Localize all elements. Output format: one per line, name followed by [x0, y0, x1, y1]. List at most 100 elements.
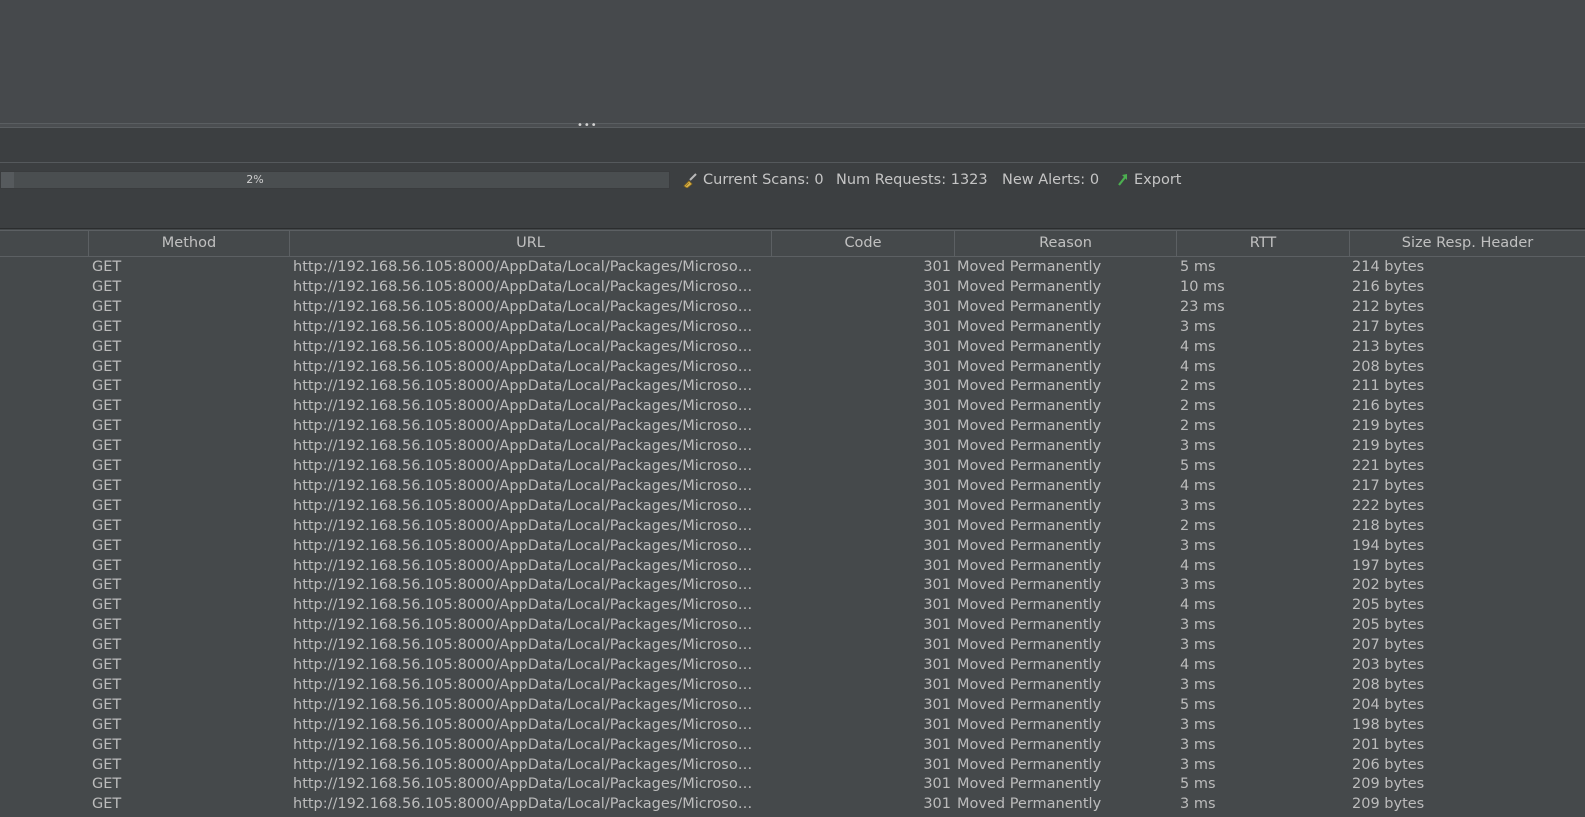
cell-code: 301 — [923, 517, 951, 534]
table-row[interactable]: GET http://192.168.56.105:8000/AppData/Lo… — [0, 277, 1585, 297]
cell-size-resp-header: 203 bytes — [1352, 657, 1425, 673]
cell-size-resp-header: 207 bytes — [1352, 637, 1425, 654]
cell-reason: Moved Permanently — [957, 477, 1102, 494]
table-row[interactable]: GET http://192.168.56.105:8000/AppData/Lo… — [0, 755, 1585, 775]
cell-code: 301 — [923, 378, 951, 395]
cell-code: 301 — [923, 657, 951, 673]
cell-method: GET — [92, 597, 122, 614]
table-row[interactable]: GET http://192.168.56.105:8000/AppData/Lo… — [0, 635, 1585, 655]
current-scans-stat: Current Scans: 0 — [703, 170, 824, 190]
cell-reason: Moved Permanently — [957, 557, 1102, 574]
table-row[interactable]: GET http://192.168.56.105:8000/AppData/Lo… — [0, 556, 1585, 576]
cell-reason: Moved Permanently — [957, 597, 1102, 614]
table-row[interactable]: GET http://192.168.56.105:8000/AppData/Lo… — [0, 575, 1585, 595]
cell-code: 301 — [923, 537, 951, 554]
table-row[interactable]: GET http://192.168.56.105:8000/AppData/Lo… — [0, 516, 1585, 536]
table-row[interactable]: GET http://192.168.56.105:8000/AppData/Lo… — [0, 794, 1585, 814]
cell-method: GET — [92, 676, 122, 693]
table-row[interactable]: GET http://192.168.56.105:8000/AppData/Lo… — [0, 376, 1585, 396]
cell-method: GET — [92, 278, 122, 295]
table-row[interactable]: GET http://192.168.56.105:8000/AppData/Lo… — [0, 774, 1585, 794]
num-requests-value: 1323 — [950, 172, 988, 188]
column-header-size-resp-header[interactable]: Size Resp. Header — [1350, 231, 1585, 256]
table-row[interactable]: GET http://192.168.56.105:8000/AppData/Lo… — [0, 496, 1585, 516]
cell-rtt: 4 ms — [1180, 557, 1216, 574]
cell-url: http://192.168.56.105:8000/AppData/Local… — [293, 298, 753, 315]
table-row[interactable]: GET http://192.168.56.105:8000/AppData/Lo… — [0, 337, 1585, 357]
column-header-code[interactable]: Code — [772, 231, 955, 256]
cell-url: http://192.168.56.105:8000/AppData/Local… — [293, 756, 753, 773]
cell-reason: Moved Permanently — [957, 796, 1102, 813]
cell-reason: Moved Permanently — [957, 637, 1102, 654]
table-row[interactable]: GET http://192.168.56.105:8000/AppData/Lo… — [0, 536, 1585, 556]
cell-code: 301 — [923, 796, 951, 813]
num-requests-label: Num Requests: — [836, 172, 947, 188]
cell-rtt: 4 ms — [1180, 657, 1216, 673]
cell-url: http://192.168.56.105:8000/AppData/Local… — [293, 716, 753, 733]
table-row[interactable]: GET http://192.168.56.105:8000/AppData/Lo… — [0, 317, 1585, 337]
cell-url: http://192.168.56.105:8000/AppData/Local… — [293, 736, 753, 753]
table-row[interactable]: GET http://192.168.56.105:8000/AppData/Lo… — [0, 715, 1585, 735]
column-header-url[interactable]: URL — [290, 231, 772, 256]
cell-url: http://192.168.56.105:8000/AppData/Local… — [293, 597, 753, 614]
cell-reason: Moved Permanently — [957, 736, 1102, 753]
table-row[interactable]: GET http://192.168.56.105:8000/AppData/Lo… — [0, 396, 1585, 416]
cell-rtt: 5 ms — [1180, 458, 1216, 474]
cell-reason: Moved Permanently — [957, 676, 1102, 693]
cell-size-resp-header: 204 bytes — [1352, 696, 1425, 713]
table-row[interactable]: GET http://192.168.56.105:8000/AppData/Lo… — [0, 357, 1585, 377]
cell-url: http://192.168.56.105:8000/AppData/Local… — [293, 776, 753, 793]
export-arrow-icon[interactable] — [1117, 172, 1129, 186]
cell-method: GET — [92, 537, 122, 554]
cell-code: 301 — [923, 716, 951, 733]
cell-code: 301 — [923, 318, 951, 335]
cell-method: GET — [92, 517, 122, 534]
cell-url: http://192.168.56.105:8000/AppData/Local… — [293, 537, 753, 554]
cell-rtt: 2 ms — [1180, 418, 1216, 435]
cell-rtt: 2 ms — [1180, 398, 1216, 415]
cell-url: http://192.168.56.105:8000/AppData/Local… — [293, 438, 753, 455]
table-row[interactable]: GET http://192.168.56.105:8000/AppData/Lo… — [0, 257, 1585, 277]
cell-method: GET — [92, 716, 122, 733]
cell-size-resp-header: 211 bytes — [1352, 378, 1425, 395]
cell-size-resp-header: 201 bytes — [1352, 736, 1425, 753]
table-row[interactable]: GET http://192.168.56.105:8000/AppData/Lo… — [0, 735, 1585, 755]
cell-url: http://192.168.56.105:8000/AppData/Local… — [293, 517, 753, 534]
cell-method: GET — [92, 776, 122, 793]
cell-size-resp-header: 205 bytes — [1352, 617, 1425, 634]
column-header-blank[interactable] — [0, 231, 89, 256]
cell-reason: Moved Permanently — [957, 517, 1102, 534]
cell-reason: Moved Permanently — [957, 418, 1102, 435]
cell-rtt: 2 ms — [1180, 517, 1216, 534]
cell-rtt: 3 ms — [1180, 676, 1216, 693]
table-row[interactable]: GET http://192.168.56.105:8000/AppData/Lo… — [0, 456, 1585, 476]
cell-url: http://192.168.56.105:8000/AppData/Local… — [293, 278, 753, 295]
cell-size-resp-header: 222 bytes — [1352, 497, 1425, 514]
cell-reason: Moved Permanently — [957, 776, 1102, 793]
cell-reason: Moved Permanently — [957, 696, 1102, 713]
table-row[interactable]: GET http://192.168.56.105:8000/AppData/Lo… — [0, 615, 1585, 635]
new-alerts-stat: New Alerts: 0 — [1002, 170, 1099, 190]
column-header-rtt[interactable]: RTT — [1177, 231, 1350, 256]
cell-url: http://192.168.56.105:8000/AppData/Local… — [293, 458, 753, 474]
table-row[interactable]: GET http://192.168.56.105:8000/AppData/Lo… — [0, 695, 1585, 715]
cell-reason: Moved Permanently — [957, 577, 1102, 594]
cell-method: GET — [92, 358, 122, 375]
table-row[interactable]: GET http://192.168.56.105:8000/AppData/Lo… — [0, 655, 1585, 675]
cell-method: GET — [92, 378, 122, 395]
cell-code: 301 — [923, 418, 951, 435]
table-row[interactable]: GET http://192.168.56.105:8000/AppData/Lo… — [0, 436, 1585, 456]
cell-method: GET — [92, 657, 122, 673]
cell-rtt: 3 ms — [1180, 497, 1216, 514]
table-row[interactable]: GET http://192.168.56.105:8000/AppData/Lo… — [0, 675, 1585, 695]
column-header-reason[interactable]: Reason — [955, 231, 1177, 256]
table-row[interactable]: GET http://192.168.56.105:8000/AppData/Lo… — [0, 595, 1585, 615]
cell-code: 301 — [923, 597, 951, 614]
export-button[interactable]: Export — [1134, 170, 1181, 190]
table-row[interactable]: GET http://192.168.56.105:8000/AppData/Lo… — [0, 297, 1585, 317]
cell-rtt: 3 ms — [1180, 617, 1216, 634]
table-row[interactable]: GET http://192.168.56.105:8000/AppData/Lo… — [0, 416, 1585, 436]
cell-code: 301 — [923, 696, 951, 713]
column-header-method[interactable]: Method — [89, 231, 290, 256]
table-row[interactable]: GET http://192.168.56.105:8000/AppData/Lo… — [0, 476, 1585, 496]
